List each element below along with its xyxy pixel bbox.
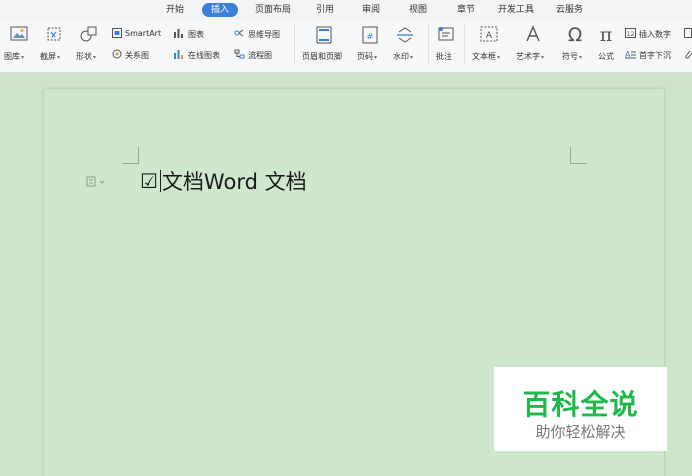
tab-review[interactable]: 审阅 xyxy=(362,3,380,17)
symbol-icon: Ω xyxy=(565,24,585,44)
smartart-icon xyxy=(112,28,122,38)
attachment-icon[interactable] xyxy=(684,49,692,59)
chart-button[interactable]: 图表 xyxy=(188,29,204,40)
drop-cap-button[interactable]: 首字下沉 xyxy=(639,50,671,61)
online-chart-icon xyxy=(173,49,184,59)
mindmap-icon xyxy=(234,28,245,38)
document-text-line[interactable]: ☑ 文档Word 文档 xyxy=(140,167,307,195)
margin-corner-top-right xyxy=(570,147,587,164)
ribbon-separator xyxy=(464,24,465,64)
page-number-icon: # xyxy=(362,26,378,44)
margin-corner-top-left xyxy=(122,147,139,164)
insert-number-button[interactable]: 插入数字 xyxy=(639,29,671,40)
textbox-icon: A xyxy=(480,26,498,42)
formula-icon: π xyxy=(596,24,616,44)
tab-home[interactable]: 开始 xyxy=(166,3,184,17)
smartart-button[interactable]: SmartArt xyxy=(125,29,161,38)
shape-label: 形状 xyxy=(76,52,92,61)
tab-cloud-service[interactable]: 云服务 xyxy=(556,3,583,17)
checkbox-symbol[interactable]: ☑ xyxy=(140,169,158,193)
svg-text:A: A xyxy=(486,31,493,41)
shape-icon xyxy=(80,26,98,42)
svg-text:Ω: Ω xyxy=(568,24,583,44)
wordart-icon xyxy=(524,25,542,43)
watermark-icon xyxy=(396,26,414,44)
ribbon-separator xyxy=(428,24,429,64)
drop-cap-icon: A xyxy=(625,49,636,59)
wordart-label: 艺术字 xyxy=(516,52,540,61)
chart-icon xyxy=(173,28,184,38)
screenshot-label: 截屏 xyxy=(40,52,56,61)
gallery-button[interactable]: 图库▾ xyxy=(4,51,24,62)
formula-button[interactable]: 公式 xyxy=(598,51,614,62)
relation-icon xyxy=(112,49,122,59)
header-footer-icon xyxy=(316,26,332,44)
comment-icon xyxy=(437,26,455,44)
online-chart-button[interactable]: 在线图表 xyxy=(188,50,220,61)
watermark-title: 百科全说 xyxy=(522,388,639,421)
mindmap-button[interactable]: 思维导图 xyxy=(248,29,280,40)
screenshot-icon xyxy=(46,26,62,42)
wordart-button[interactable]: 艺术字▾ xyxy=(516,51,544,62)
symbol-label: 符号 xyxy=(562,52,578,61)
watermark-button[interactable]: 水印▾ xyxy=(393,51,413,62)
tab-insert[interactable]: 插入 xyxy=(202,3,239,17)
insert-ribbon: 图库▾ 截屏▾ 形状▾ SmartArt 关系图 图表 在线图表 思维导图 流程… xyxy=(0,20,692,73)
watermark-subtitle: 助你轻松解决 xyxy=(535,423,626,441)
document-text[interactable]: 文档Word 文档 xyxy=(162,166,307,196)
screenshot-button[interactable]: 截屏▾ xyxy=(40,51,60,62)
insert-number-icon: 12 xyxy=(625,28,636,38)
tab-section[interactable]: 章节 xyxy=(457,3,475,17)
symbol-button[interactable]: 符号▾ xyxy=(562,51,582,62)
tab-developer-tools[interactable]: 开发工具 xyxy=(498,3,534,17)
svg-text:12: 12 xyxy=(627,31,635,38)
svg-text:π: π xyxy=(600,24,613,44)
comment-button[interactable]: 批注 xyxy=(436,51,452,62)
watermark-logo: 百科全说 助你轻松解决 xyxy=(494,367,667,451)
tab-view[interactable]: 视图 xyxy=(409,3,427,17)
tab-references[interactable]: 引用 xyxy=(316,3,334,17)
tab-page-layout[interactable]: 页面布局 xyxy=(255,3,291,17)
page-number-button[interactable]: 页码▾ xyxy=(357,51,377,62)
ribbon-tab-bar: 开始 插入 页面布局 引用 审阅 视图 章节 开发工具 云服务 xyxy=(0,0,692,20)
flowchart-button[interactable]: 流程图 xyxy=(248,50,272,61)
wps-writer-window: 开始 插入 页面布局 引用 审阅 视图 章节 开发工具 云服务 图库▾ 截屏▾ … xyxy=(0,0,692,476)
svg-text:#: # xyxy=(367,32,374,41)
textbox-button[interactable]: 文本框▾ xyxy=(472,51,500,62)
shape-button[interactable]: 形状▾ xyxy=(76,51,96,62)
text-cursor xyxy=(159,170,161,192)
paragraph-layout-icon[interactable] xyxy=(86,173,110,187)
header-footer-button[interactable]: 页眉和页脚 xyxy=(302,51,342,62)
gallery-icon xyxy=(10,26,28,42)
flowchart-icon xyxy=(234,49,245,59)
gallery-label: 图库 xyxy=(4,52,20,61)
more-insert-icon[interactable] xyxy=(684,28,692,38)
textbox-label: 文本框 xyxy=(472,52,496,61)
relation-button[interactable]: 关系图 xyxy=(125,50,149,61)
page-number-label: 页码 xyxy=(357,52,373,61)
ribbon-separator xyxy=(294,24,295,64)
watermark-label: 水印 xyxy=(393,52,409,61)
document-background xyxy=(0,73,692,88)
